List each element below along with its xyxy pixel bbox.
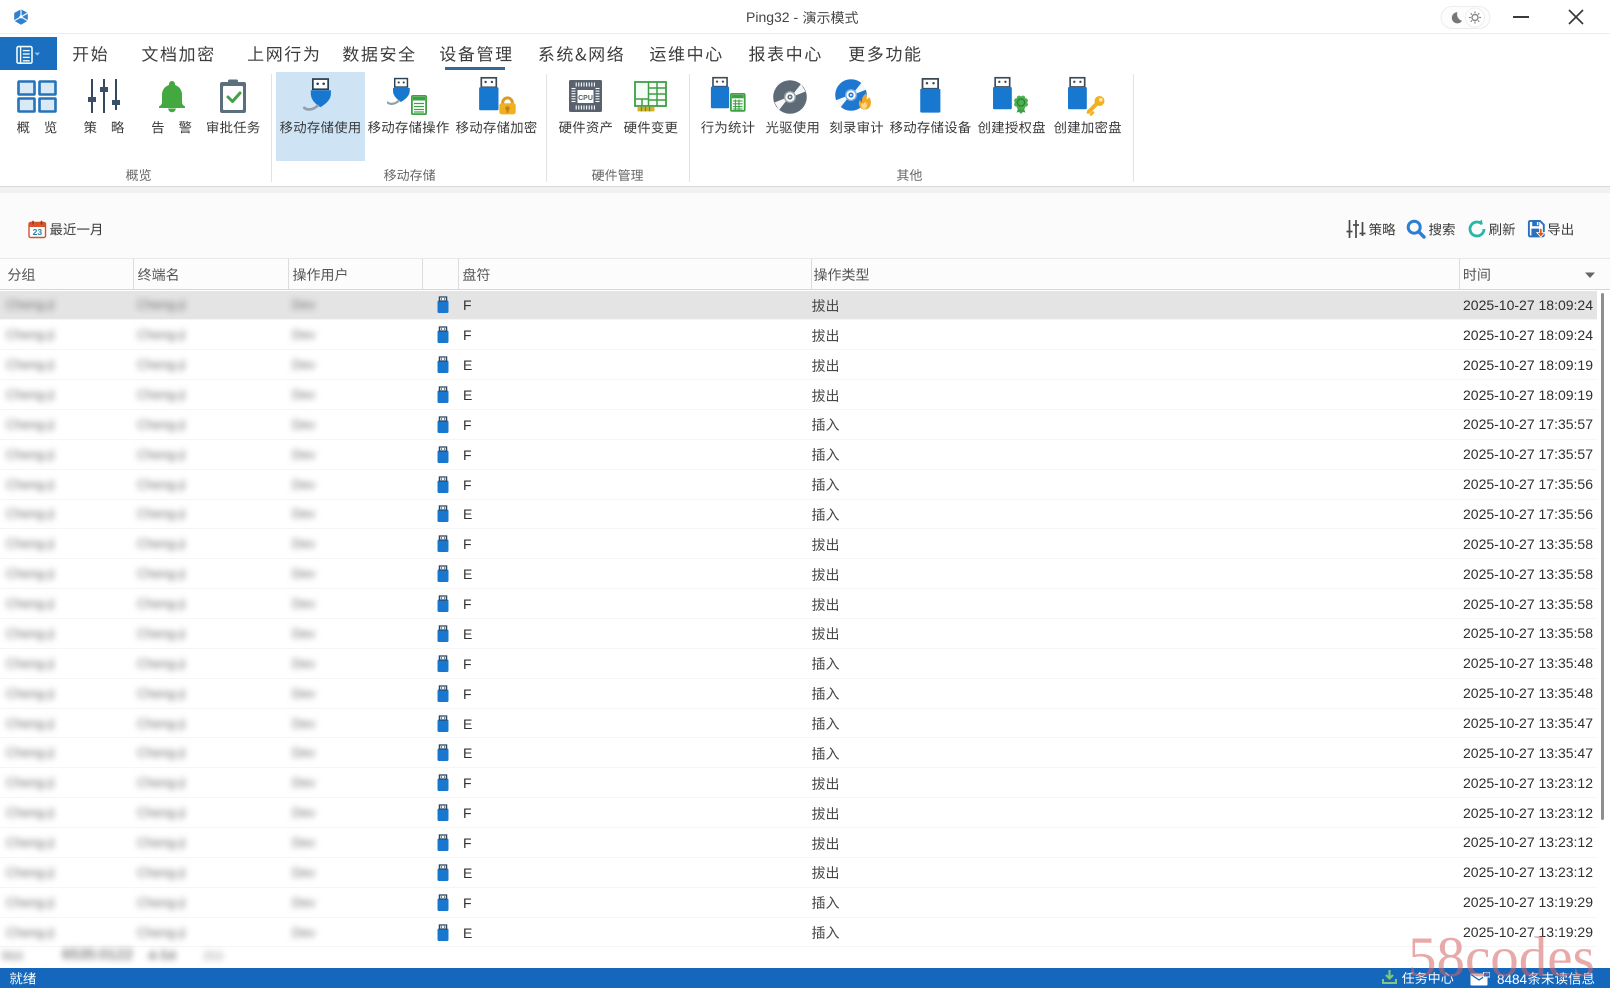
svg-text:23: 23	[33, 227, 43, 237]
svg-text:CPU: CPU	[578, 95, 593, 102]
